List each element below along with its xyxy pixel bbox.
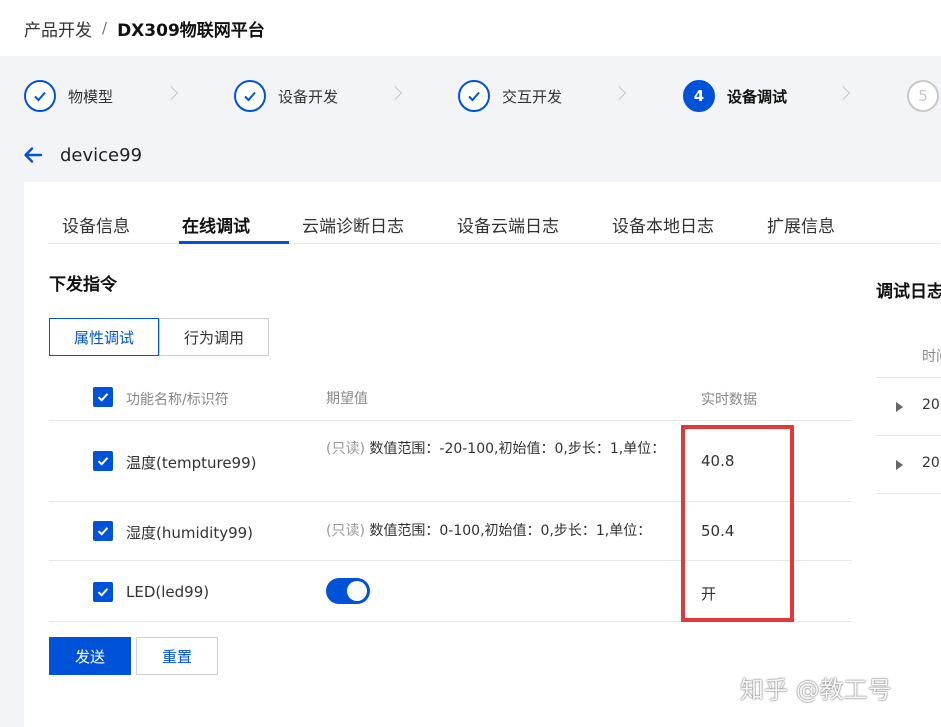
tab-device-local-log[interactable]: 设备本地日志 [612, 212, 714, 244]
check-icon [24, 80, 56, 112]
header-live: 实时数据 [701, 392, 757, 408]
table-header: 功能名称/标识符 期望值 实时数据 [49, 375, 852, 421]
tab-extended-info[interactable]: 扩展信息 [767, 212, 835, 244]
send-button[interactable]: 发送 [49, 637, 131, 675]
tab-online-debug[interactable]: 在线调试 [182, 212, 250, 244]
tab-active-indicator [179, 241, 289, 244]
chevron-right-icon [611, 85, 627, 101]
check-icon [97, 527, 109, 536]
watermark-text: 知乎 @教工号 [740, 676, 892, 704]
step-label: 交互开发 [502, 87, 563, 106]
reset-button[interactable]: 重置 [136, 637, 218, 675]
step-interaction-dev[interactable]: 交互开发 [458, 70, 562, 122]
expected-value-desc: (只读) 数值范围：-20-100,初始值：0,步长：1,单位： [326, 437, 666, 461]
readonly-tag: (只读) [326, 441, 365, 457]
log-row[interactable]: 202 [876, 378, 941, 436]
caret-right-icon[interactable] [896, 402, 903, 412]
breadcrumb-current: DX309物联网平台 [117, 20, 265, 41]
tab-device-cloud-log[interactable]: 设备云端日志 [457, 212, 559, 244]
step-label: 设备开发 [278, 87, 339, 106]
step-progress: 物模型 设备开发 交互开发 4 设备调试 5 [0, 70, 941, 122]
chevron-right-icon [163, 85, 179, 101]
debug-log-header: 时间 [876, 332, 941, 378]
header-name: 功能名称/标识符 [126, 392, 229, 408]
arrow-left-icon[interactable] [22, 144, 44, 166]
log-row[interactable]: 202 [876, 436, 941, 494]
tab-device-info[interactable]: 设备信息 [62, 212, 130, 244]
row-checkbox[interactable] [93, 582, 113, 602]
check-icon [97, 457, 109, 466]
debug-card: 设备信息 在线调试 云端诊断日志 设备云端日志 设备本地日志 扩展信息 下发指令… [24, 182, 941, 727]
section-title: 下发指令 [49, 275, 117, 295]
highlight-box [681, 425, 794, 622]
tab-bar: 设备信息 在线调试 云端诊断日志 设备云端日志 设备本地日志 扩展信息 [48, 206, 940, 244]
check-icon [97, 393, 109, 402]
device-name: device99 [60, 144, 143, 166]
caret-right-icon[interactable] [896, 460, 903, 470]
property-name: LED(led99) [126, 583, 210, 601]
step-model[interactable]: 物模型 [24, 70, 113, 122]
value-range-text: 数值范围：-20-100,初始值：0,步长：1,单位： [369, 441, 666, 457]
breadcrumb-bar: 产品开发 / DX309物联网平台 [0, 0, 941, 56]
step-label: 设备调试 [727, 87, 788, 106]
step-number: 4 [683, 80, 715, 112]
debug-log-title: 调试日志 [876, 282, 941, 302]
toggle-knob [347, 581, 367, 601]
chevron-right-icon [835, 85, 851, 101]
header-expected: 期望值 [326, 391, 368, 407]
breadcrumb-separator: / [102, 19, 108, 37]
log-time: 202 [922, 455, 941, 471]
row-checkbox[interactable] [93, 451, 113, 471]
value-range-text: 数值范围：0-100,初始值：0,步长：1,单位： [369, 523, 652, 539]
log-time: 202 [922, 397, 941, 413]
step-label: 物模型 [68, 87, 114, 106]
step-five[interactable]: 5 [907, 70, 939, 122]
readonly-tag: (只读) [326, 523, 365, 539]
row-checkbox[interactable] [93, 521, 113, 541]
expected-value-desc: (只读) 数值范围：0-100,初始值：0,步长：1,单位： [326, 519, 666, 543]
step-device-dev[interactable]: 设备开发 [234, 70, 338, 122]
led-toggle[interactable] [326, 578, 370, 604]
chevron-right-icon [387, 85, 403, 101]
log-time-header: 时间 [922, 349, 941, 365]
property-name: 温度(tempture99) [126, 454, 257, 472]
debug-mode-switch: 属性调试 行为调用 [49, 318, 270, 356]
check-icon [97, 588, 109, 597]
property-debug-button[interactable]: 属性调试 [49, 318, 160, 356]
step-number: 5 [907, 80, 939, 112]
select-all-checkbox[interactable] [93, 387, 113, 407]
property-name: 湿度(humidity99) [126, 524, 254, 542]
check-icon [458, 80, 490, 112]
tab-cloud-diagnosis-log[interactable]: 云端诊断日志 [302, 212, 404, 244]
device-header: device99 [22, 140, 142, 170]
check-icon [234, 80, 266, 112]
action-call-button[interactable]: 行为调用 [159, 318, 270, 356]
step-device-debug[interactable]: 4 设备调试 [683, 70, 787, 122]
breadcrumb-product-dev[interactable]: 产品开发 [24, 16, 92, 41]
